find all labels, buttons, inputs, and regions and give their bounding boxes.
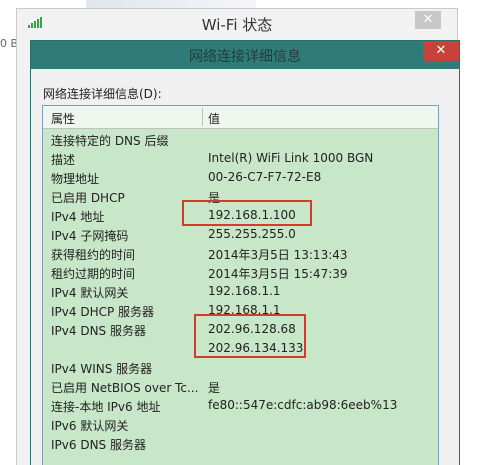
list-row[interactable]: 物理地址 00-26-C7-F7-72-E8 bbox=[43, 168, 438, 187]
wifi-status-close-button[interactable]: ✕ bbox=[415, 11, 441, 29]
list-row[interactable]: 获得租约的时间 2014年3月5日 13:13:43 bbox=[43, 244, 438, 263]
row-property: IPv6 默认网关 bbox=[51, 419, 129, 433]
row-value: 255.255.255.0 bbox=[208, 227, 296, 241]
list-row[interactable]: 连接-本地 IPv6 地址 fe80::547e:cdfc:ab98:6eeb%1… bbox=[43, 396, 438, 415]
column-header-value[interactable]: 值 bbox=[208, 110, 220, 127]
dns-server-highlight-box bbox=[194, 314, 306, 358]
row-property: 已启用 NetBIOS over Tc... bbox=[51, 381, 199, 395]
row-value: 2014年3月5日 15:47:39 bbox=[208, 267, 348, 281]
list-header: 属性 值 bbox=[43, 106, 438, 129]
row-property: IPv4 子网掩码 bbox=[51, 229, 129, 243]
list-row[interactable]: 租约过期的时间 2014年3月5日 15:47:39 bbox=[43, 263, 438, 282]
network-details-list[interactable]: 属性 值 连接特定的 DNS 后缀 描述 Intel(R) WiFi Link 1… bbox=[42, 105, 439, 465]
wifi-status-title: Wi-Fi 状态 bbox=[201, 16, 273, 34]
row-value: 2014年3月5日 13:13:43 bbox=[208, 248, 348, 262]
network-details-window: 网络连接详细信息 ✕ 网络连接详细信息(D): 属性 值 连接特定的 DNS 后… bbox=[30, 40, 460, 465]
row-value: 是 bbox=[208, 381, 221, 395]
network-details-close-button[interactable]: ✕ bbox=[423, 41, 459, 61]
row-property: 物理地址 bbox=[51, 172, 100, 186]
list-row[interactable]: IPv4 WINS 服务器 bbox=[43, 358, 438, 377]
list-row[interactable]: IPv6 DNS 服务器 bbox=[43, 434, 438, 453]
column-divider[interactable] bbox=[202, 108, 203, 126]
network-details-caption: 网络连接详细信息(D): bbox=[43, 87, 162, 101]
row-property: 连接特定的 DNS 后缀 bbox=[51, 134, 169, 148]
list-row[interactable]: 连接特定的 DNS 后缀 bbox=[43, 130, 438, 149]
column-header-property[interactable]: 属性 bbox=[51, 110, 75, 127]
row-value: Intel(R) WiFi Link 1000 BGN bbox=[208, 151, 374, 165]
ipv4-address-highlight-box bbox=[182, 200, 312, 226]
network-details-title: 网络连接详细信息 bbox=[189, 49, 301, 65]
row-property: 已启用 DHCP bbox=[51, 191, 125, 205]
row-value: fe80::547e:cdfc:ab98:6eeb%13 bbox=[208, 398, 398, 412]
list-row[interactable]: 已启用 NetBIOS over Tc... 是 bbox=[43, 377, 438, 396]
network-details-titlebar[interactable]: 网络连接详细信息 ✕ bbox=[31, 41, 459, 69]
row-property: IPv6 DNS 服务器 bbox=[51, 438, 146, 452]
desktop-screen: 0 B Wi-Fi 状态 ✕ 网络连接详细信息 ✕ 网络连接详细信息(D): 属… bbox=[0, 0, 480, 465]
row-value: 192.168.1.1 bbox=[208, 284, 281, 298]
list-row[interactable]: IPv4 默认网关 192.168.1.1 bbox=[43, 282, 438, 301]
list-row[interactable]: 描述 Intel(R) WiFi Link 1000 BGN bbox=[43, 149, 438, 168]
row-property: 获得租约的时间 bbox=[51, 248, 136, 262]
row-property: 租约过期的时间 bbox=[51, 267, 136, 281]
row-property: 描述 bbox=[51, 153, 76, 167]
row-property: IPv4 WINS 服务器 bbox=[51, 362, 153, 376]
row-value: 00-26-C7-F7-72-E8 bbox=[208, 170, 322, 184]
list-rows: 连接特定的 DNS 后缀 描述 Intel(R) WiFi Link 1000 B… bbox=[43, 130, 438, 453]
list-row[interactable]: IPv4 子网掩码 255.255.255.0 bbox=[43, 225, 438, 244]
row-property: IPv4 DNS 服务器 bbox=[51, 324, 146, 338]
row-property: IPv4 默认网关 bbox=[51, 286, 129, 300]
wifi-status-titlebar[interactable]: Wi-Fi 状态 ✕ bbox=[17, 9, 457, 39]
row-property: IPv4 DHCP 服务器 bbox=[51, 305, 155, 319]
list-row[interactable]: IPv6 默认网关 bbox=[43, 415, 438, 434]
row-property: IPv4 地址 bbox=[51, 210, 105, 224]
background-window-strip bbox=[86, 0, 256, 8]
row-property: 连接-本地 IPv6 地址 bbox=[51, 400, 161, 414]
